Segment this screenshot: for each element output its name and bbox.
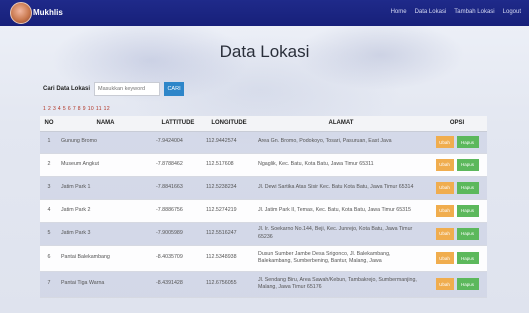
cell-opsi: Ubah Hapus xyxy=(427,222,487,246)
cell-lattitude: -7.8841663 xyxy=(153,176,203,200)
edit-button[interactable]: Ubah xyxy=(435,278,454,290)
cell-longitude: 112.5238234 xyxy=(203,176,255,200)
page-title: Data Lokasi xyxy=(219,42,310,61)
avatar xyxy=(10,2,32,24)
cell-lattitude: -8.4035709 xyxy=(153,245,203,272)
cell-longitude: 112.6756055 xyxy=(203,271,255,298)
cell-no: 5 xyxy=(40,222,58,246)
header-longitude: LONGITUDE xyxy=(203,116,255,132)
cell-longitude: 112.9442574 xyxy=(203,131,255,154)
delete-button[interactable]: Hapus xyxy=(456,278,479,290)
cell-lattitude: -7.8886756 xyxy=(153,199,203,223)
cell-alamat: Dusun Sumber Jambe Desa Srigonco, Jl. Ba… xyxy=(255,245,427,272)
delete-button[interactable]: Hapus xyxy=(456,136,479,148)
cell-alamat: Jl. Dewi Sartika Atas Sisir Kec. Batu Ko… xyxy=(255,176,427,200)
table-row: 7 Pantai Tiga Warna -8.4391428 112.67560… xyxy=(40,271,487,298)
delete-button[interactable]: Hapus xyxy=(456,181,479,194)
cell-opsi: Ubah Hapus xyxy=(427,271,487,298)
delete-button[interactable]: Hapus xyxy=(456,158,479,171)
header-alamat: ALAMAT xyxy=(255,116,427,132)
nav-links: Home Data Lokasi Tambah Lokasi Logout xyxy=(391,9,529,15)
table-row: 5 Jatim Park 3 -7.9005989 112.5516247 Jl… xyxy=(40,222,487,246)
nav-link-home[interactable]: Home xyxy=(391,9,407,15)
edit-button[interactable]: Ubah xyxy=(435,227,454,240)
delete-button[interactable]: Hapus xyxy=(456,227,479,240)
header-opsi: OPSI xyxy=(427,116,487,132)
table-row: 6 Pantai Balekambang -8.4035709 112.5348… xyxy=(40,245,487,272)
pagination[interactable]: 1 2 3 4 5 6 7 8 9 10 11 12 xyxy=(43,106,110,112)
nav-link-data-lokasi[interactable]: Data Lokasi xyxy=(415,9,447,15)
search-row: Cari Data Lokasi CARI xyxy=(43,82,185,96)
search-input[interactable] xyxy=(94,82,161,96)
cell-no: 7 xyxy=(40,271,58,298)
nav-link-logout[interactable]: Logout xyxy=(503,9,521,15)
cell-opsi: Ubah Hapus xyxy=(427,176,487,200)
header-lattitude: LATTITUDE xyxy=(153,116,203,132)
delete-button[interactable]: Hapus xyxy=(456,204,479,217)
cell-longitude: 112.5348938 xyxy=(203,245,255,272)
data-table: NO NAMA LATTITUDE LONGITUDE ALAMAT OPSI … xyxy=(40,116,487,298)
cell-nama: Pantai Balekambang xyxy=(58,245,153,272)
cell-alamat: Jl. Sendang Biru, Area Sawah/Kebun, Tamb… xyxy=(255,271,427,298)
cell-lattitude: -8.4391428 xyxy=(153,271,203,298)
cell-nama: Museum Angkut xyxy=(58,153,153,177)
cell-opsi: Ubah Hapus xyxy=(427,131,487,154)
search-label: Cari Data Lokasi xyxy=(43,86,91,92)
header-nama: NAMA xyxy=(58,116,153,132)
cell-no: 3 xyxy=(40,176,58,200)
edit-button[interactable]: Ubah xyxy=(435,136,454,148)
cell-opsi: Ubah Hapus xyxy=(427,245,487,272)
cell-lattitude: -7.9005989 xyxy=(153,222,203,246)
brand-name[interactable]: Mukhlis xyxy=(33,8,63,17)
cell-lattitude: -7.8788462 xyxy=(153,153,203,177)
delete-button[interactable]: Hapus xyxy=(456,252,479,264)
cell-no: 6 xyxy=(40,245,58,272)
cell-alamat: Jl. Jatim Park II, Temas, Kec. Batu, Kot… xyxy=(255,199,427,223)
table-row: 4 Jatim Park 2 -7.8886756 112.5274219 Jl… xyxy=(40,199,487,223)
cell-nama: Jatim Park 3 xyxy=(58,222,153,246)
navbar: Mukhlis Home Data Lokasi Tambah Lokasi L… xyxy=(0,0,529,26)
cell-opsi: Ubah Hapus xyxy=(427,199,487,223)
cell-longitude: 112.5274219 xyxy=(203,199,255,223)
cell-longitude: 112.517608 xyxy=(203,153,255,177)
nav-link-tambah-lokasi[interactable]: Tambah Lokasi xyxy=(454,9,494,15)
cell-alamat: Jl. Ir. Soekarno No.144, Beji, Kec. Junr… xyxy=(255,222,427,246)
table-row: 2 Museum Angkut -7.8788462 112.517608 Ng… xyxy=(40,153,487,177)
edit-button[interactable]: Ubah xyxy=(435,158,454,171)
cell-no: 2 xyxy=(40,153,58,177)
search-button[interactable]: CARI xyxy=(164,82,185,96)
edit-button[interactable]: Ubah xyxy=(435,181,454,194)
cell-nama: Jatim Park 1 xyxy=(58,176,153,200)
table-row: 1 Gunung Bromo -7.9424004 112.9442574 Ar… xyxy=(40,131,487,154)
cell-alamat: Ngaglik, Kec. Batu, Kota Batu, Jawa Timu… xyxy=(255,153,427,177)
cell-longitude: 112.5516247 xyxy=(203,222,255,246)
edit-button[interactable]: Ubah xyxy=(435,252,454,264)
cell-alamat: Area Gn. Bromo, Podokoyo, Tosari, Pasuru… xyxy=(255,131,427,154)
cell-nama: Pantai Tiga Warna xyxy=(58,271,153,298)
cell-nama: Jatim Park 2 xyxy=(58,199,153,223)
cell-no: 4 xyxy=(40,199,58,223)
table-header-row: NO NAMA LATTITUDE LONGITUDE ALAMAT OPSI xyxy=(40,116,487,132)
cell-nama: Gunung Bromo xyxy=(58,131,153,154)
header-no: NO xyxy=(40,116,58,132)
edit-button[interactable]: Ubah xyxy=(435,204,454,217)
cell-lattitude: -7.9424004 xyxy=(153,131,203,154)
table-row: 3 Jatim Park 1 -7.8841663 112.5238234 Jl… xyxy=(40,176,487,200)
cell-no: 1 xyxy=(40,131,58,154)
cell-opsi: Ubah Hapus xyxy=(427,153,487,177)
